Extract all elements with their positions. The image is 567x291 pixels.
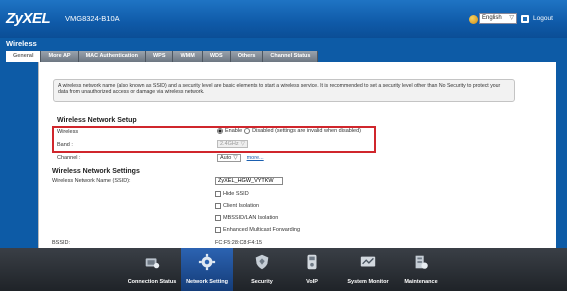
chevron-down-icon: ▽ — [233, 155, 238, 161]
ssid-label: Wireless Network Name (SSID): — [52, 178, 131, 184]
enable-label: Enable — [225, 128, 243, 134]
channel-value: Auto — [220, 155, 232, 161]
tab-more-ap[interactable]: More AP — [41, 51, 79, 62]
nav-security[interactable]: Security — [242, 248, 282, 291]
nav-voip[interactable]: VoIP — [295, 248, 329, 291]
page-title: Wireless — [6, 39, 37, 48]
disable-radio[interactable] — [244, 128, 251, 134]
channel-label: Channel : — [57, 155, 81, 161]
tab-bar: General More AP MAC Authentication WPS W… — [6, 51, 319, 62]
client-isolation-option: Client Isolation — [215, 203, 259, 209]
multicast-checkbox[interactable] — [215, 227, 221, 233]
bssid-label: BSSID: — [52, 240, 71, 246]
tab-wmm[interactable]: WMM — [173, 51, 203, 62]
logout-link[interactable]: Logout — [533, 15, 553, 22]
chevron-down-icon: ▽ — [240, 141, 245, 147]
brand-logo: ZyXEL — [6, 10, 51, 27]
maintenance-icon — [415, 255, 428, 269]
logout-icon[interactable] — [521, 15, 529, 23]
multicast-label: Enhanced Multicast Forwarding — [223, 227, 301, 233]
tab-general[interactable]: General — [6, 51, 42, 62]
tab-mac-authentication[interactable]: MAC Authentication — [78, 51, 146, 62]
globe-icon — [469, 15, 478, 24]
nav-system-monitor[interactable]: System Monitor — [342, 248, 394, 291]
client-isolation-label: Client Isolation — [223, 203, 260, 209]
bssid-value: FC:F5:28:C8:F4:15 — [215, 240, 263, 246]
tab-wds[interactable]: WDS — [202, 51, 231, 62]
multicast-option: Enhanced Multicast Forwarding — [215, 227, 300, 233]
content-panel: A wireless network name (also known as S… — [38, 62, 556, 248]
channel-field: Auto ▽ more... — [217, 154, 264, 162]
channel-more-link[interactable]: more... — [247, 155, 264, 161]
nav-label: Network Setting — [186, 279, 228, 285]
language-select[interactable]: English ▽ — [479, 13, 517, 24]
disable-label: Disabled (settings are invalid when disa… — [252, 128, 361, 134]
nav-label: Connection Status — [127, 279, 177, 285]
nav-network-setting[interactable]: Network Setting — [181, 248, 233, 291]
network-setting-icon — [198, 253, 216, 271]
wireless-options: Enable Disabled (settings are invalid wh… — [217, 128, 361, 134]
hide-ssid-checkbox[interactable] — [215, 191, 221, 197]
nav-label: VoIP — [306, 279, 318, 285]
voip-phone-icon — [307, 254, 317, 270]
security-shield-icon — [255, 254, 269, 270]
client-isolation-checkbox[interactable] — [215, 203, 221, 209]
connection-status-icon — [145, 258, 160, 269]
system-monitor-icon — [360, 256, 376, 267]
header-bar: ZyXEL VMG8324-B10A English ▽ Logout — [0, 0, 567, 38]
nav-label: Maintenance — [404, 279, 438, 285]
band-label: Band : — [57, 142, 73, 148]
tab-wps[interactable]: WPS — [145, 51, 174, 62]
tab-channel-status[interactable]: Channel Status — [263, 51, 319, 62]
enable-radio[interactable] — [217, 128, 223, 134]
wireless-label: Wireless — [57, 129, 79, 135]
chevron-down-icon: ▽ — [509, 15, 514, 21]
band-field: 2.4GHz ▽ — [217, 140, 248, 148]
nav-label: Security — [251, 279, 273, 285]
mbssid-isolation-option: MBSSID/LAN Isolation — [215, 215, 278, 221]
hide-ssid-label: Hide SSID — [223, 191, 249, 197]
ssid-input[interactable] — [215, 177, 283, 185]
settings-heading: Wireless Network Settings — [52, 168, 140, 175]
mbssid-isolation-label: MBSSID/LAN Isolation — [223, 215, 279, 221]
language-value: English — [482, 15, 502, 21]
band-select[interactable]: 2.4GHz ▽ — [217, 140, 248, 148]
setup-heading: Wireless Network Setup — [57, 117, 137, 124]
nav-maintenance[interactable]: Maintenance — [399, 248, 443, 291]
bottom-navigation: Connection Status Network Setting Securi… — [0, 248, 567, 291]
nav-label: System Monitor — [347, 279, 389, 285]
model-name: VMG8324-B10A — [65, 14, 120, 23]
mbssid-isolation-checkbox[interactable] — [215, 215, 221, 221]
hide-ssid-option: Hide SSID — [215, 191, 249, 197]
tab-others[interactable]: Others — [230, 51, 264, 62]
band-value: 2.4GHz — [220, 141, 239, 147]
channel-select[interactable]: Auto ▽ — [217, 154, 241, 162]
nav-connection-status[interactable]: Connection Status — [124, 248, 180, 291]
info-notice: A wireless network name (also known as S… — [53, 79, 515, 102]
